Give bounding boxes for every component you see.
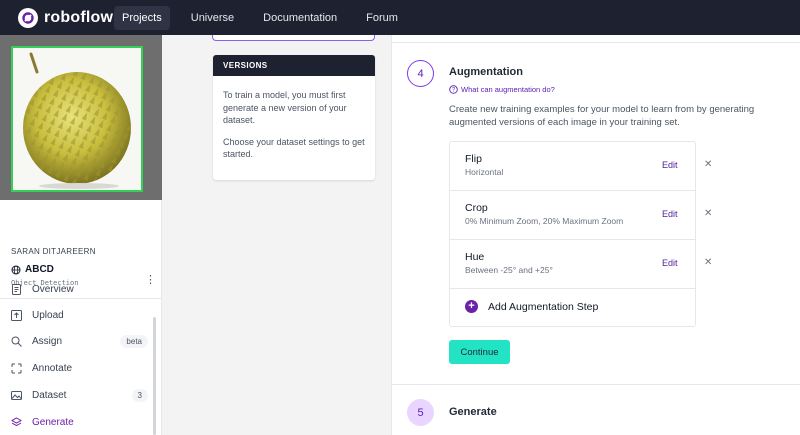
sidebar-item-annotate[interactable]: Annotate <box>10 359 150 377</box>
project-name: ABCD <box>25 264 54 275</box>
edit-hue-button[interactable]: Edit <box>662 258 678 268</box>
augmentation-item-flip: Flip Horizontal Edit <box>450 142 695 191</box>
augmentation-detail: 0% Minimum Zoom, 20% Maximum Zoom <box>465 216 624 226</box>
beta-badge: beta <box>120 334 148 348</box>
sidebar-item-upload[interactable]: Upload <box>10 306 150 324</box>
nav-universe[interactable]: Universe <box>183 6 242 30</box>
stack-icon <box>10 416 22 428</box>
versions-hint-text: Choose your dataset settings to get star… <box>223 136 365 160</box>
add-step-label: Add Augmentation Step <box>488 300 599 313</box>
nav-projects[interactable]: Projects <box>114 5 170 30</box>
document-icon <box>10 283 22 295</box>
nav-forum[interactable]: Forum <box>358 6 406 30</box>
step-number-badge: 4 <box>407 60 434 87</box>
augmentation-detail: Between -25° and +25° <box>465 265 553 275</box>
thumbnail-image <box>11 46 143 192</box>
sidebar-divider <box>0 298 162 299</box>
versions-info-text: To train a model, you must first generat… <box>223 90 347 125</box>
step-title: Augmentation <box>449 66 523 78</box>
step-title[interactable]: Generate <box>449 406 497 418</box>
brand-name: roboflow <box>44 8 114 26</box>
images-icon <box>10 389 22 401</box>
project-thumbnail <box>0 35 162 200</box>
generate-steps-panel: 4 Augmentation ? What can augmentation d… <box>391 35 800 435</box>
step-number-badge: 5 <box>407 399 434 426</box>
project-sidebar: SARAN DITJAREERN ABCD Object Detection ⋮… <box>0 35 162 435</box>
plus-icon: + <box>465 300 478 313</box>
edit-crop-button[interactable]: Edit <box>662 209 678 219</box>
augmentation-detail: Horizontal <box>465 167 504 177</box>
sidebar-item-dataset[interactable]: Dataset 3 <box>10 386 150 404</box>
sidebar-scrollbar[interactable] <box>153 317 156 435</box>
globe-icon <box>11 265 21 275</box>
help-link-text: What can augmentation do? <box>461 85 555 94</box>
add-augmentation-step-button[interactable]: + Add Augmentation Step <box>465 300 598 313</box>
previous-card-edge <box>212 35 375 41</box>
roboflow-logo-icon <box>18 7 38 28</box>
question-circle-icon: ? <box>449 85 458 94</box>
augmentation-name: Crop <box>465 202 488 214</box>
edit-flip-button[interactable]: Edit <box>662 160 678 170</box>
workspace-owner: SARAN DITJAREERN <box>11 247 96 256</box>
annotate-icon <box>10 362 22 374</box>
top-navbar: roboflow Projects Universe Documentation… <box>0 0 800 35</box>
augmentation-description: Create new training examples for your mo… <box>449 104 755 128</box>
augmentation-name: Flip <box>465 153 482 165</box>
sidebar-item-label: Generate <box>32 416 74 428</box>
sidebar-item-overview[interactable]: Overview <box>10 280 150 298</box>
augmentation-item-crop: Crop 0% Minimum Zoom, 20% Maximum Zoom E… <box>450 191 695 240</box>
augmentation-help-link[interactable]: ? What can augmentation do? <box>449 85 555 94</box>
section-divider <box>392 42 800 43</box>
remove-hue-close-icon[interactable]: ✕ <box>704 257 712 268</box>
remove-crop-close-icon[interactable]: ✕ <box>704 208 712 219</box>
dataset-count-badge: 3 <box>131 388 148 402</box>
roboflow-logo[interactable]: roboflow <box>18 7 114 28</box>
augmentation-item-hue: Hue Between -25° and +25° Edit <box>450 240 695 289</box>
versions-panel: VERSIONS To train a model, you must firs… <box>213 55 375 180</box>
sidebar-item-label: Overview <box>32 283 74 295</box>
remove-flip-close-icon[interactable]: ✕ <box>704 159 712 170</box>
sidebar-item-assign[interactable]: Assign beta <box>10 332 150 350</box>
upload-icon <box>10 309 22 321</box>
sidebar-item-label: Annotate <box>32 362 73 374</box>
nav-documentation[interactable]: Documentation <box>255 6 345 30</box>
continue-button[interactable]: Continue <box>449 340 510 364</box>
versions-header: VERSIONS <box>213 55 375 76</box>
search-icon <box>10 335 22 347</box>
sidebar-item-label: Assign <box>32 335 63 347</box>
sidebar-item-generate[interactable]: Generate <box>10 413 150 431</box>
sidebar-item-label: Upload <box>32 309 64 321</box>
sidebar-item-label: Dataset <box>32 389 67 401</box>
augmentation-name: Hue <box>465 251 485 263</box>
augmentation-list: Flip Horizontal Edit Crop 0% Minimum Zoo… <box>449 141 696 327</box>
section-divider <box>392 384 800 385</box>
durian-image <box>13 48 141 190</box>
project-title[interactable]: ABCD <box>11 264 54 275</box>
